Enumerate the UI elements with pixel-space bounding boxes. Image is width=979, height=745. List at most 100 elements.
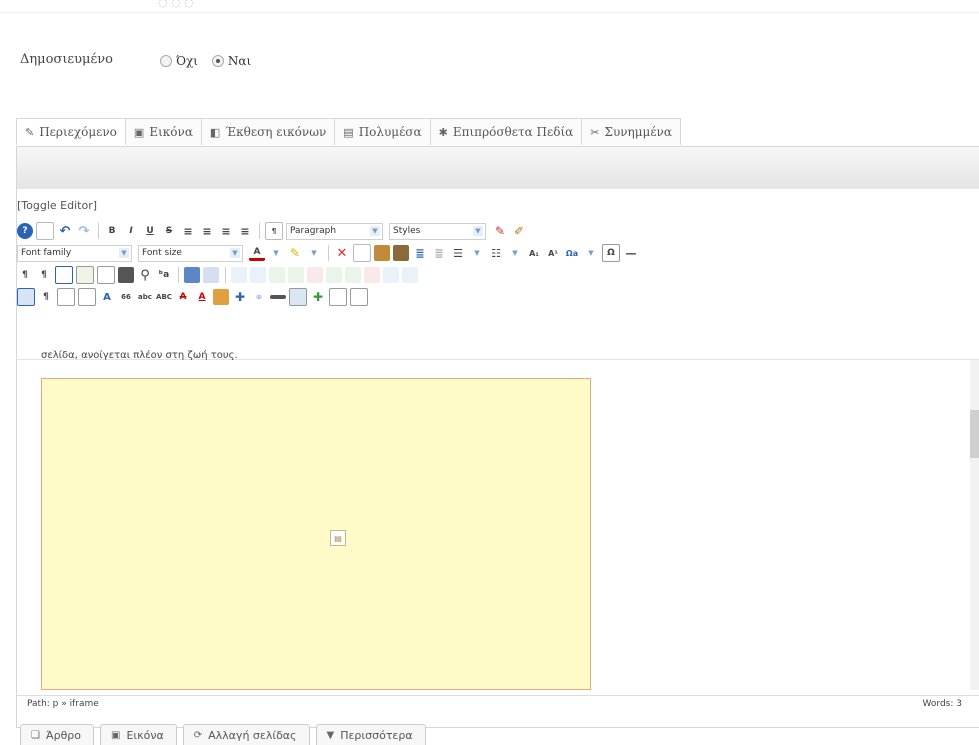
move-layer-icon[interactable] (78, 288, 96, 306)
toolbar-row-2: Font family ▼ Font size ▼ A ▼ ✎ ▼ ✕ ≣ ≣ ☰ … (17, 243, 642, 263)
subscript-icon[interactable]: A₁ (526, 245, 542, 261)
print-icon[interactable] (118, 267, 134, 283)
non-breaking-icon[interactable] (270, 295, 286, 299)
eraser-icon[interactable]: ✎ (492, 223, 508, 239)
page-break-button[interactable]: ⟳ Αλλαγή σελίδας (182, 724, 310, 745)
char-map-icon[interactable]: Ωa (564, 245, 580, 261)
media-icon: ▤ (343, 125, 354, 139)
tab-extra-fields[interactable]: ✱ Επιπρόσθετα Πεδία (429, 118, 583, 145)
italic-icon[interactable]: I (123, 223, 139, 239)
read-more-icon[interactable] (350, 288, 368, 306)
tab-attachments[interactable]: ✂ Συνημμένα (581, 118, 681, 145)
anchor-icon[interactable]: ✚ (232, 289, 248, 305)
col-after-icon[interactable] (345, 267, 361, 283)
link-icon[interactable]: ⚭ (251, 289, 267, 305)
chevron-down-icon[interactable]: ▼ (583, 245, 599, 261)
paste-text-icon[interactable]: ≣ (412, 245, 428, 261)
superscript-icon[interactable]: A¹ (545, 245, 561, 261)
insert-text-icon[interactable]: A (194, 289, 210, 305)
abbr-icon[interactable]: abc (137, 289, 153, 305)
content-scrollbar[interactable] (970, 360, 979, 690)
new-document-icon[interactable] (36, 222, 54, 240)
published-yes-radio[interactable] (211, 54, 224, 67)
acronym-icon[interactable]: ABC (156, 289, 172, 305)
toggle-editor-link[interactable]: [Toggle Editor] (17, 199, 97, 212)
table-icon[interactable] (184, 267, 200, 283)
underline-icon[interactable]: U (142, 223, 158, 239)
styles-select[interactable]: Styles ▼ (389, 222, 486, 240)
undo-icon[interactable]: ↶ (57, 223, 73, 239)
paste-word-icon[interactable] (393, 245, 409, 261)
visual-aid-icon[interactable] (17, 288, 35, 306)
page-break-icon[interactable] (329, 288, 347, 306)
tab-content[interactable]: ✎ Περιεχόμενο (16, 118, 126, 145)
image-icon: ▣ (111, 729, 121, 741)
tab-media[interactable]: ▤ Πολυμέσα (334, 118, 431, 145)
paste-icon[interactable] (374, 245, 390, 261)
delete-row-icon[interactable] (307, 267, 323, 283)
omega-icon[interactable]: Ω (602, 244, 620, 262)
media-icon[interactable]: ✚ (310, 289, 326, 305)
article-button[interactable]: ❏ Άρθρο (20, 724, 95, 745)
chevron-down-icon[interactable]: ▼ (268, 245, 284, 261)
cut-icon[interactable]: ✕ (334, 245, 350, 261)
font-family-select[interactable]: Font family ▼ (17, 244, 132, 262)
replace-icon[interactable]: ᵇa (156, 267, 172, 283)
help-icon[interactable]: ? (17, 223, 33, 239)
bullet-list-icon[interactable]: ☰ (450, 245, 466, 261)
redo-icon[interactable]: ↷ (76, 223, 92, 239)
bold-icon[interactable]: B (104, 223, 120, 239)
more-button[interactable]: ▼ Περισσότερα (315, 724, 426, 745)
horizontal-rule-icon[interactable]: — (623, 245, 639, 261)
delete-col-icon[interactable] (364, 267, 380, 283)
find-icon[interactable]: ⚲ (137, 267, 153, 283)
iframe-placeholder[interactable]: ▤ (41, 378, 591, 690)
show-blocks-icon[interactable]: ¶ (38, 289, 54, 305)
align-right-icon[interactable]: ≡ (218, 223, 234, 239)
delete-text-icon[interactable]: A (175, 289, 191, 305)
image-button[interactable]: ▣ Εικόνα (100, 724, 177, 745)
image-icon[interactable] (289, 288, 307, 306)
button-label: Αλλαγή σελίδας (208, 728, 297, 742)
published-no-radio[interactable] (160, 54, 172, 67)
align-justify-icon[interactable]: ≡ (237, 223, 253, 239)
row-before-icon[interactable] (269, 267, 285, 283)
indent-icon[interactable]: ≣ (431, 245, 447, 261)
tab-image[interactable]: ▣ Εικόνα (124, 118, 202, 145)
iframe-placeholder-icon: ▤ (330, 530, 346, 546)
split-cells-icon[interactable] (383, 267, 399, 283)
row-after-icon[interactable] (288, 267, 304, 283)
align-center-icon[interactable]: ≡ (199, 223, 215, 239)
highlight-icon[interactable]: ✎ (287, 245, 303, 261)
tab-gallery[interactable]: ◧ Έκθεση εικόνων (200, 118, 336, 145)
scrollbar-thumb[interactable] (970, 410, 979, 458)
table-props-icon[interactable] (203, 267, 219, 283)
merge-cells-icon[interactable] (402, 267, 418, 283)
attributes-icon[interactable] (213, 289, 229, 305)
text-color-icon[interactable]: A (249, 245, 265, 261)
chevron-down-icon[interactable]: ▼ (469, 245, 485, 261)
font-size-value: Font size (142, 248, 182, 258)
fullscreen-icon[interactable] (55, 266, 73, 284)
editor-content-area[interactable]: σελίδα, ανοίγεται πλέον στη ζωή τους. ▤ (17, 350, 979, 690)
template-icon[interactable] (97, 266, 115, 284)
font-size-select[interactable]: Font size ▼ (138, 244, 243, 262)
numbered-list-icon[interactable]: ☷ (488, 245, 504, 261)
cite-icon[interactable]: 66 (118, 289, 134, 305)
ltr-icon[interactable]: ¶ (17, 267, 33, 283)
chevron-down-icon[interactable]: ▼ (306, 245, 322, 261)
preview-icon[interactable] (76, 266, 94, 284)
cell-props-icon[interactable] (250, 267, 266, 283)
clean-brush-icon[interactable]: ✐ (511, 223, 527, 239)
align-left-icon[interactable]: ≡ (180, 223, 196, 239)
row-props-icon[interactable] (231, 267, 247, 283)
col-before-icon[interactable] (326, 267, 342, 283)
published-radio-group: Όχι Ναι (160, 53, 261, 68)
copy-icon[interactable] (353, 244, 371, 262)
chevron-down-icon[interactable]: ▼ (507, 245, 523, 261)
strikethrough-icon[interactable]: S (161, 223, 177, 239)
rtl-icon[interactable]: ¶ (36, 267, 52, 283)
style-props-icon[interactable]: A (99, 289, 115, 305)
format-select[interactable]: Paragraph ▼ (286, 222, 383, 240)
insert-layer-icon[interactable] (57, 288, 75, 306)
